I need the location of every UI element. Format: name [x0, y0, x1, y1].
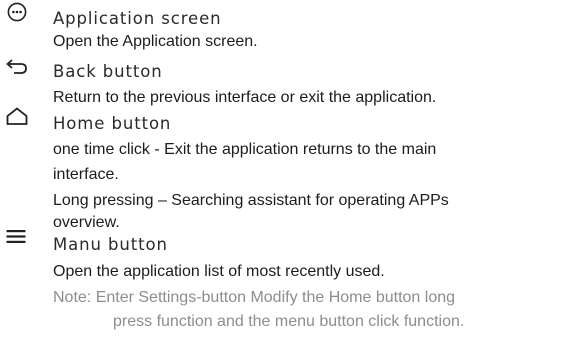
- back-arrow-icon: [4, 55, 30, 77]
- menu-button-desc: Open the application list of most recent…: [53, 263, 385, 280]
- home-icon: [4, 105, 30, 127]
- apps-grid-icon: [4, 1, 30, 23]
- settings-note-line-1: Note: Enter Settings-button Modify the H…: [53, 289, 456, 306]
- home-button-title: Home button: [53, 114, 172, 133]
- home-button-desc-3: Long pressing – Searching assistant for …: [53, 192, 449, 209]
- home-button-desc-4: overview.: [53, 214, 120, 231]
- application-screen-title: Application screen: [53, 9, 222, 28]
- back-button-desc: Return to the previous interface or exit…: [53, 89, 437, 106]
- back-button-title: Back button: [53, 62, 163, 81]
- menu-button-title: Manu button: [53, 235, 168, 254]
- menu-icon: [4, 226, 30, 248]
- application-screen-desc: Open the Application screen.: [53, 33, 258, 50]
- home-button-desc-2: interface.: [53, 166, 119, 183]
- settings-note-line-2: press function and the menu button click…: [113, 313, 465, 330]
- home-button-desc-1: one time click - Exit the application re…: [53, 141, 437, 158]
